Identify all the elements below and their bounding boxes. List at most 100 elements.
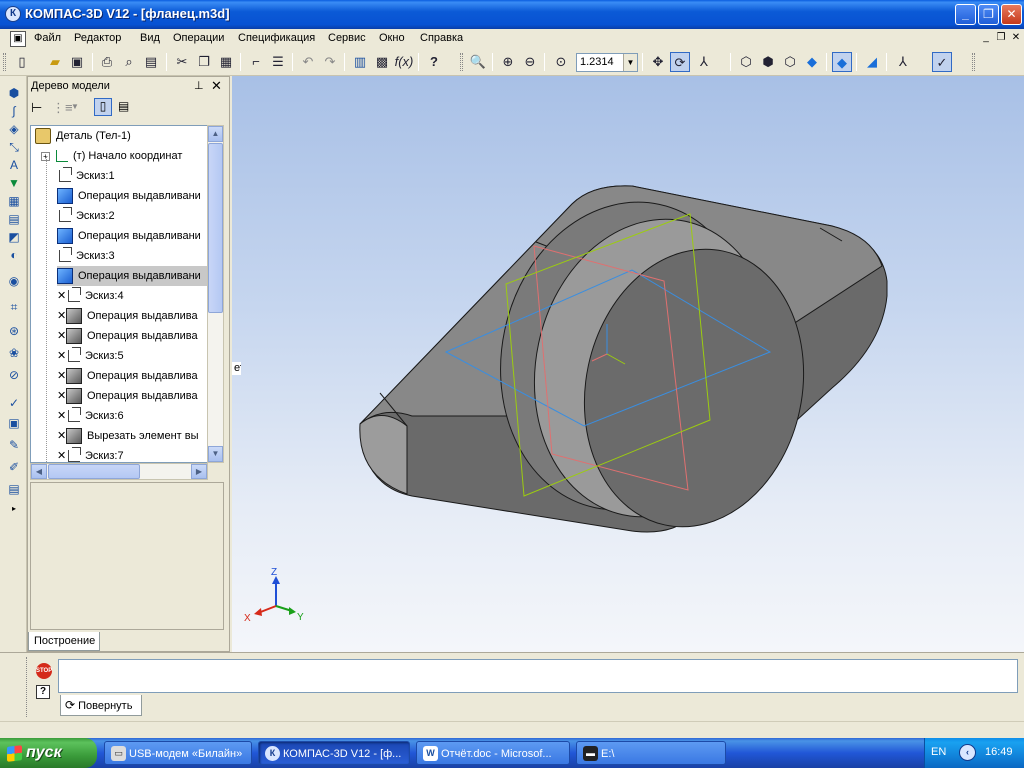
wireframe-icon[interactable]: ⬡ [736,52,756,72]
zoom-scale-select[interactable]: 1.2314 ▼ [576,53,638,72]
surfaces-icon[interactable]: ◈ [4,120,24,138]
tab-construction[interactable]: Построение [28,632,100,651]
paste-icon[interactable]: ▦ [216,52,236,72]
arrays-icon[interactable]: ⤡ [4,138,24,156]
halftone-icon[interactable]: ◆ [802,52,822,72]
orientation-icon[interactable]: ⅄ [694,52,714,72]
undo-icon[interactable]: ↶ [298,52,318,72]
tray-app-icon[interactable]: ‹ [959,744,976,761]
perspective-icon[interactable]: ◢ [862,52,882,72]
model-viewport[interactable]: Z X Y [232,76,1024,652]
thin-lines-icon[interactable]: ⬡ [780,52,800,72]
minimize-button[interactable]: _ [955,4,976,25]
stamp-icon[interactable]: ⌗ [4,298,24,316]
new-doc-icon[interactable]: ▯ [12,52,32,72]
rotate-icon[interactable]: ⟳ [670,52,690,72]
link-icon[interactable]: ⊘ [4,366,24,384]
taskbar-item-console[interactable]: ▬ E:\ [576,741,726,765]
chevron-down-icon[interactable]: ▼ [623,54,637,71]
print-icon[interactable]: ⎙ [97,52,117,72]
zoom-scale-icon[interactable]: ⊙ [551,52,571,72]
document-menu-icon[interactable]: ▣ [10,31,26,47]
editing-icon[interactable]: ⬢ [4,84,24,102]
tree-node-origin[interactable]: + (т) Начало координат [41,146,182,166]
pin-icon[interactable]: ⊥ [194,79,204,92]
table-icon[interactable]: ▤ [4,480,24,498]
halftone-edges-icon[interactable]: ◆ [832,52,852,72]
redo-icon[interactable]: ↷ [320,52,340,72]
scroll-right-icon[interactable]: ▶ [191,464,207,479]
snap-icon[interactable]: ✓ [932,52,952,72]
scroll-down-icon[interactable]: ▼ [208,446,223,462]
taskbar-item-modem[interactable]: ▭ USB-модем «Билайн» [104,741,252,765]
sheet-icon[interactable]: ▤ [141,52,161,72]
doc-minimize-button[interactable]: _ [980,32,992,44]
reference-icon[interactable]: ❀ [4,344,24,362]
doc-close-button[interactable]: ✕ [1010,32,1022,44]
clock[interactable]: 16:49 [985,746,1013,758]
stop-button[interactable]: STOP [36,663,52,679]
zoom-out-icon[interactable]: ⊖ [520,52,540,72]
tree-node-extrude-excluded[interactable]: ✕ Операция выдавлива [57,326,198,346]
tree-node-part[interactable]: Деталь (Тел-1) [35,126,131,146]
zoom-in-icon[interactable]: ⊕ [498,52,518,72]
copy-icon[interactable]: ❐ [194,52,214,72]
menu-view[interactable]: Вид [140,32,160,44]
tree-node-sketch[interactable]: Эскиз:1 [57,166,115,186]
close-icon[interactable]: ✕ [211,78,222,94]
tree-node-extrude[interactable]: Операция выдавливани [57,226,201,246]
more-tools-icon[interactable]: ▸ [4,500,24,518]
properties-icon[interactable]: ☰ [268,52,288,72]
format-brush-icon[interactable]: ⌐ [246,52,266,72]
variables-icon[interactable]: f(x) [394,52,414,72]
save-icon[interactable]: ▣ [67,52,87,72]
scroll-left-icon[interactable]: ◀ [31,464,47,479]
spec-icon[interactable]: ◐ [4,246,24,264]
print-preview-icon[interactable]: ⌕ [119,52,139,72]
cut-icon[interactable]: ✂ [172,52,192,72]
auxiliary-geometry-icon[interactable]: A [4,156,24,174]
report-icon[interactable]: ▣ [4,414,24,432]
measure-icon[interactable]: ▦ [4,192,24,210]
check-icon[interactable]: ✓ [4,394,24,412]
open-icon[interactable]: ▰ [45,52,65,72]
start-button[interactable]: пуск [0,738,97,768]
scroll-thumb[interactable] [48,464,140,479]
tab-rotate[interactable]: ⟳ Повернуть [60,695,142,716]
pan-icon[interactable]: ✥ [648,52,668,72]
menu-window[interactable]: Окно [379,32,405,44]
library-icon[interactable]: ▩ [372,52,392,72]
tree-structure-icon[interactable]: ⊢ [31,100,42,116]
hidden-lines-icon[interactable]: ⬢ [758,52,778,72]
tree-node-extrude-excluded[interactable]: ✕ Операция выдавлива [57,306,198,326]
tree-vertical-scrollbar[interactable]: ▲ ▼ [207,125,224,463]
chevron-down-icon[interactable]: ▼ [71,102,79,111]
marking-icon[interactable]: ✐ [4,458,24,476]
close-button[interactable]: ✕ [1001,4,1022,25]
tree-node-sketch-excluded[interactable]: ✕ Эскиз:6 [57,406,124,426]
menu-editor[interactable]: Редактор [74,32,121,44]
tree-view-icon[interactable]: ▯ [94,98,112,116]
taskbar-item-word[interactable]: W Отчёт.doc - Microsof... [416,741,570,765]
cable-icon[interactable]: ⊛ [4,322,24,340]
scroll-up-icon[interactable]: ▲ [208,126,223,142]
menu-service[interactable]: Сервис [328,32,366,44]
tree-node-extrude-excluded[interactable]: ✕ Операция выдавлива [57,366,198,386]
tree-node-extrude-excluded[interactable]: ✕ Операция выдавлива [57,386,198,406]
tree-node-extrude[interactable]: Операция выдавливани [57,186,201,206]
model-3d-view[interactable]: Z X Y [232,76,1024,652]
zoom-window-icon[interactable]: 🔍 [468,52,488,72]
tree-node-sketch-excluded[interactable]: ✕ Эскиз:5 [57,346,124,366]
filter-icon[interactable]: ⅄ [893,52,913,72]
manager-icon[interactable]: ▥ [350,52,370,72]
doc-restore-button[interactable]: ❐ [995,32,1007,44]
tree-list[interactable]: Деталь (Тел-1) + (т) Начало координат Эск… [30,125,208,463]
tree-node-sketch-excluded[interactable]: ✕ Эскиз:7 [57,446,124,462]
property-panel[interactable] [58,659,1018,693]
menu-file[interactable]: Файл [34,32,61,44]
menu-operations[interactable]: Операции [173,32,224,44]
title-bar[interactable]: К КОМПАС-3D V12 - [фланец.m3d] _ ❐ ✕ [0,0,1024,29]
tree-window-icon[interactable]: ▤ [118,99,129,113]
spatial-curves-icon[interactable]: ∫ [4,102,24,120]
tree-filter-icon[interactable]: ⋮≡ [52,100,73,116]
